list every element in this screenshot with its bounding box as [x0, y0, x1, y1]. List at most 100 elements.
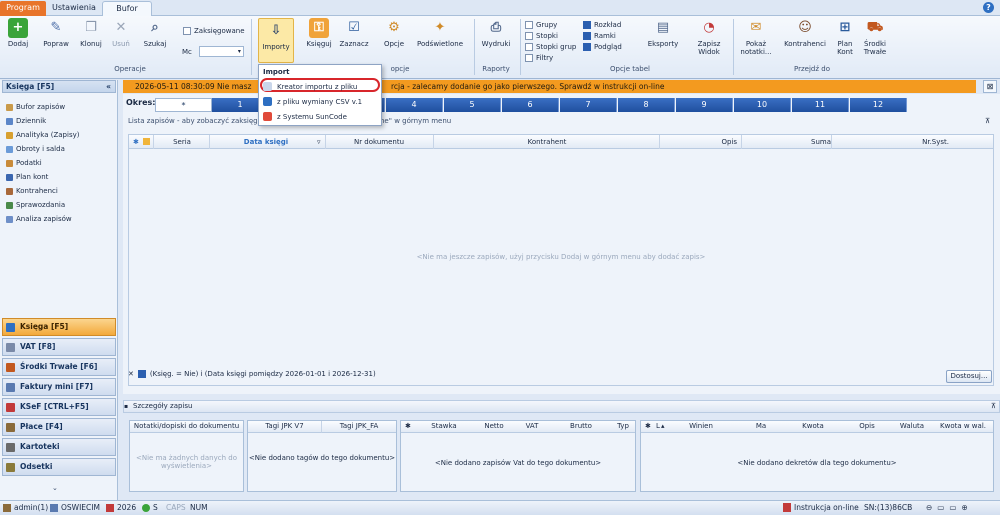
period-tab-4[interactable]: 4	[386, 98, 443, 112]
filter-enabled-checkbox[interactable]	[137, 370, 146, 378]
nav-kartoteki[interactable]: Kartoteki	[2, 438, 116, 456]
scroll-up-icon[interactable]: ⊼	[985, 117, 995, 127]
print-button[interactable]: ⎙ Wydruki	[478, 18, 514, 48]
column-typ[interactable]: Typ	[613, 421, 633, 432]
column-winien[interactable]: Winien	[671, 421, 731, 432]
column-vat[interactable]: VAT	[517, 421, 547, 432]
zoom-in-icon[interactable]: ⊕	[961, 503, 967, 512]
customize-button[interactable]: Dostosuj...	[946, 370, 992, 383]
column-netto[interactable]: Netto	[469, 421, 519, 432]
sidebar-item-obroty[interactable]: Obroty i salda	[6, 145, 65, 153]
frames-checkbox[interactable]: Ramki	[583, 32, 616, 40]
imports-button[interactable]: ⇩ Importy	[258, 18, 294, 63]
contractors-button[interactable]: ☺ Kontrahenci	[782, 18, 828, 48]
filters-checkbox[interactable]: Filtry	[525, 54, 553, 62]
help-icon[interactable]: ?	[983, 2, 994, 13]
add-button[interactable]: + Dodaj	[4, 18, 32, 48]
zoom-slider-icon[interactable]: ▭	[937, 503, 944, 512]
ksef-icon	[6, 403, 15, 412]
fixed-assets-button[interactable]: ⛟ Środki Trwałe	[860, 18, 890, 56]
zoom-reset-icon[interactable]: ▭	[949, 503, 956, 512]
expand-up-icon[interactable]: ⊼	[991, 401, 996, 412]
column-waluta[interactable]: Waluta	[887, 421, 937, 432]
tab-bufor[interactable]: Bufor	[102, 1, 152, 16]
toggle-arrow-icon[interactable]: ▪	[124, 401, 128, 412]
column-stawka[interactable]: Stawka	[419, 421, 469, 432]
chevron-down-icon: ▾	[198, 46, 244, 57]
column-nr-dokumentu[interactable]: Nr dokumentu	[327, 138, 431, 146]
column-tagi-jpk-v7[interactable]: Tagi JPK V7	[248, 421, 322, 433]
sidebar-item-kontrahenci[interactable]: Kontrahenci	[6, 187, 58, 195]
period-tab-5[interactable]: 5	[444, 98, 501, 112]
nav-ksef[interactable]: KSeF [CTRL+F5]	[2, 398, 116, 416]
sidebar-item-sprawozdania[interactable]: Sprawozdania	[6, 201, 65, 209]
period-tab-8[interactable]: 8	[618, 98, 675, 112]
clone-button[interactable]: ❐ Klonuj	[76, 18, 106, 48]
nav-place[interactable]: Płace [F4]	[2, 418, 116, 436]
delete-button[interactable]: ✕ Usuń	[108, 18, 134, 48]
footers-checkbox[interactable]: Stopki	[525, 32, 558, 40]
collapse-icon[interactable]: «	[106, 81, 111, 92]
highlighted-button[interactable]: ✦ Podświetlone	[416, 18, 464, 48]
save-view-button[interactable]: ◔ Zapisz Widok	[690, 18, 728, 56]
period-tab-10[interactable]: 10	[734, 98, 791, 112]
nav-srodki-trwale[interactable]: Środki Trwałe [F6]	[2, 358, 116, 376]
menu-item-csv-import[interactable]: z pliku wymiany CSV v.1	[263, 97, 362, 106]
clear-filter-icon[interactable]: ✕	[128, 370, 134, 378]
column-kwota-w-wal[interactable]: Kwota w wal.	[935, 421, 991, 432]
zoom-out-icon[interactable]: ⊖	[926, 503, 932, 512]
sidebar-item-plan-kont[interactable]: Plan kont	[6, 173, 48, 181]
period-tab-9[interactable]: 9	[676, 98, 733, 112]
layout-toggle-icon[interactable]: ⊠	[983, 80, 997, 93]
group-label-operacje: Operacje	[114, 65, 146, 73]
column-kwota[interactable]: Kwota	[783, 421, 843, 432]
sidebar-item-bufor[interactable]: Bufor zapisów	[6, 103, 65, 111]
show-notes-button[interactable]: ✉ Pokaż notatki...	[738, 18, 774, 56]
column-opis[interactable]: Opis	[661, 138, 737, 146]
column-tagi-jpk-fa[interactable]: Tagi JPK_FA	[322, 421, 396, 433]
chart-of-accounts-button[interactable]: ⊞ Plan Kont	[832, 18, 858, 56]
column-suma[interactable]: Suma	[743, 138, 831, 146]
column-brutto[interactable]: Brutto	[561, 421, 601, 432]
layout-checkbox[interactable]: Rozkład	[583, 21, 621, 29]
group-label-opcje-tabel: Opcje tabel	[609, 65, 650, 73]
online-manual-link[interactable]: Instrukcja on-line	[783, 503, 859, 512]
row-indicator-icon: ✱	[645, 422, 651, 430]
sidebar-item-analityka[interactable]: Analityka (Zapisy)	[6, 131, 79, 139]
export-button[interactable]: ▤ Eksporty	[644, 18, 682, 48]
period-tab-12[interactable]: 12	[850, 98, 907, 112]
tab-program[interactable]: Program	[0, 1, 46, 16]
nav-vat[interactable]: VAT [F8]	[2, 338, 116, 356]
group-footers-checkbox[interactable]: Stopki grup	[525, 43, 576, 51]
grid-settings-icon[interactable]	[143, 138, 150, 145]
column-ma[interactable]: Ma	[731, 421, 791, 432]
sidebar-item-dziennik[interactable]: Dziennik	[6, 117, 46, 125]
options-button[interactable]: ⚙ Opcje	[380, 18, 408, 48]
groups-checkbox[interactable]: Grupy	[525, 21, 557, 29]
edit-button[interactable]: ✎ Popraw	[40, 18, 72, 48]
search-button[interactable]: ⌕ Szukaj	[140, 18, 170, 48]
book-button[interactable]: ⚿ Księguj	[302, 18, 336, 48]
menu-item-import-wizard[interactable]: Kreator importu z pliku	[263, 82, 357, 91]
nav-faktury-mini[interactable]: Faktury mini [F7]	[2, 378, 116, 396]
active-filter: ✕ (Księg. = Nie) i (Data księgi pomiędzy…	[128, 370, 376, 378]
zaksiegowane-checkbox[interactable]: Zaksięgowane	[183, 27, 245, 35]
nav-odsetki[interactable]: Odsetki	[2, 458, 116, 476]
tab-ustawienia[interactable]: Ustawienia	[50, 1, 98, 16]
period-tab-all[interactable]: *	[155, 98, 212, 112]
menu-item-suncode-import[interactable]: z Systemu SunCode	[263, 112, 347, 121]
pane-expand-chevron-icon[interactable]: ⌄	[52, 484, 58, 492]
sidebar-item-podatki[interactable]: Podatki	[6, 159, 42, 167]
month-select[interactable]: Mc ▾	[182, 46, 244, 57]
nav-ksiega[interactable]: Księga [F5]	[2, 318, 116, 336]
preview-checkbox[interactable]: Podgląd	[583, 43, 622, 51]
period-tab-7[interactable]: 7	[560, 98, 617, 112]
column-seria[interactable]: Seria	[155, 138, 209, 146]
period-tab-6[interactable]: 6	[502, 98, 559, 112]
sidebar-item-analiza[interactable]: Analiza zapisów	[6, 215, 72, 223]
column-kontrahent[interactable]: Kontrahent	[435, 138, 659, 146]
column-nr-syst[interactable]: Nr.Syst.	[833, 138, 949, 146]
column-data-ksiegi[interactable]: Data księgi	[211, 138, 321, 146]
period-tab-11[interactable]: 11	[792, 98, 849, 112]
select-button[interactable]: ☑ Zaznacz	[338, 18, 370, 48]
